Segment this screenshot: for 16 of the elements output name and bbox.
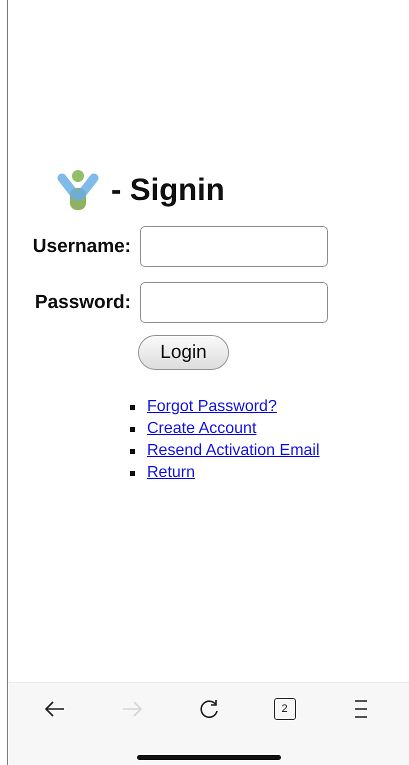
input-field[interactable] <box>140 282 328 323</box>
page-title: - Signin <box>111 172 225 208</box>
bullet-icon <box>130 404 135 410</box>
input-field[interactable] <box>140 226 328 267</box>
field-label: Username: <box>32 236 131 258</box>
link[interactable]: Forgot Password? <box>147 398 277 416</box>
logo-icon <box>57 168 101 212</box>
link[interactable]: Resend Activation Email <box>147 442 320 460</box>
bullet-icon <box>130 448 135 454</box>
bullet-icon <box>130 426 135 432</box>
field-label: Password: <box>34 292 131 314</box>
tab-count-button[interactable]: 2 <box>274 698 296 720</box>
bullet-icon <box>130 470 135 476</box>
login-button[interactable]: Login <box>138 335 229 370</box>
link[interactable]: Return <box>147 464 196 482</box>
link[interactable]: Create Account <box>147 420 256 438</box>
